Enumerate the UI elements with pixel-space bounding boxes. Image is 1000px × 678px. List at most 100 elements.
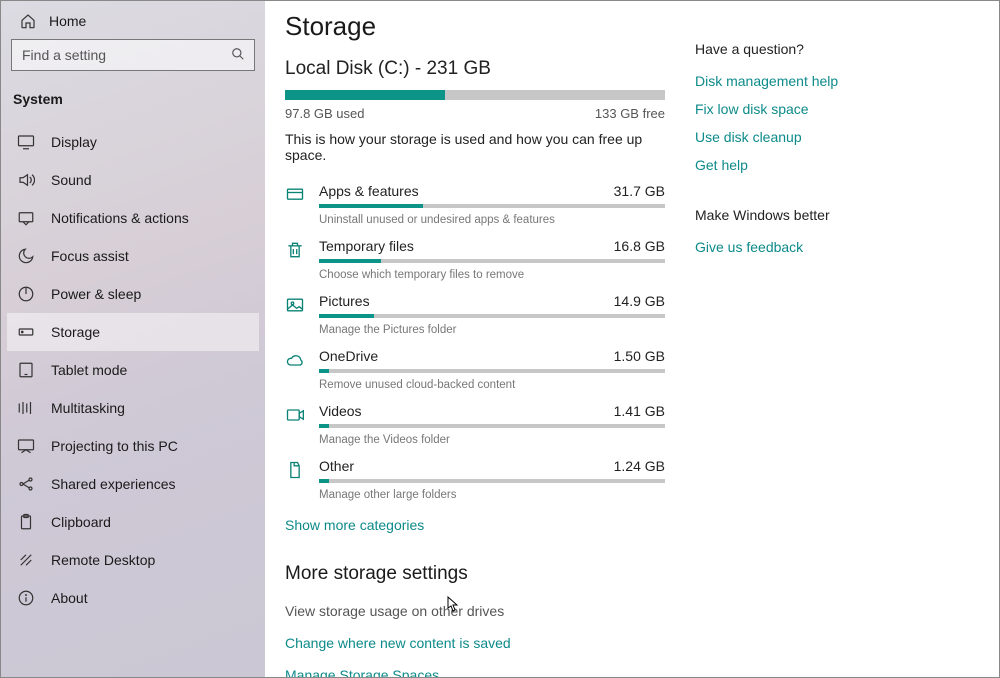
tablet-icon <box>17 361 35 379</box>
category-size: 1.41 GB <box>614 403 665 419</box>
feedback-header: Make Windows better <box>695 207 865 223</box>
category-row-other[interactable]: Other 1.24 GB Manage other large folders <box>285 448 665 503</box>
category-name: Temporary files <box>319 238 414 254</box>
sidebar-item-power-sleep[interactable]: Power & sleep <box>7 275 259 313</box>
sidebar-item-projecting-to-this-pc[interactable]: Projecting to this PC <box>7 427 259 465</box>
intro-text: This is how your storage is used and how… <box>285 131 665 163</box>
home-link[interactable]: Home <box>7 9 259 39</box>
category-size: 14.9 GB <box>614 293 665 309</box>
sidebar-item-label: Power & sleep <box>51 286 141 302</box>
cloud-icon <box>285 348 319 370</box>
category-name: Other <box>319 458 354 474</box>
question-header: Have a question? <box>695 41 865 57</box>
category-name: Pictures <box>319 293 370 309</box>
sidebar-item-display[interactable]: Display <box>7 123 259 161</box>
category-row-videos[interactable]: Videos 1.41 GB Manage the Videos folder <box>285 393 665 448</box>
category-desc: Choose which temporary files to remove <box>319 269 665 281</box>
apps-icon <box>285 183 319 205</box>
sidebar-category-header: System <box>7 81 259 123</box>
help-link[interactable]: Use disk cleanup <box>695 129 865 145</box>
category-desc: Manage the Videos folder <box>319 434 665 446</box>
category-desc: Uninstall unused or undesired apps & fea… <box>319 214 665 226</box>
power-icon <box>17 285 35 303</box>
main-content: Storage Local Disk (C:) - 231 GB 97.8 GB… <box>265 1 999 677</box>
view-other-drives-link[interactable]: View storage usage on other drives <box>285 603 665 619</box>
sidebar-item-storage[interactable]: Storage <box>7 313 259 351</box>
category-row-temporary-files[interactable]: Temporary files 16.8 GB Choose which tempo… <box>285 228 665 283</box>
about-icon <box>17 589 35 607</box>
focus-assist-icon <box>17 247 35 265</box>
sidebar-item-notifications-actions[interactable]: Notifications & actions <box>7 199 259 237</box>
more-settings-header: More storage settings <box>285 563 665 585</box>
settings-sidebar: Home System Display Sound Notifications & … <box>1 1 265 677</box>
other-icon <box>285 458 319 480</box>
category-name: Apps & features <box>319 183 419 199</box>
projecting-icon <box>17 437 35 455</box>
sidebar-item-label: Notifications & actions <box>51 210 189 226</box>
trash-icon <box>285 238 319 260</box>
category-row-apps-features[interactable]: Apps & features 31.7 GB Uninstall unused o… <box>285 173 665 228</box>
storage-bar <box>285 90 665 100</box>
category-size: 1.50 GB <box>614 348 665 364</box>
sidebar-item-focus-assist[interactable]: Focus assist <box>7 237 259 275</box>
category-desc: Manage other large folders <box>319 489 665 501</box>
sidebar-item-about[interactable]: About <box>7 579 259 617</box>
category-row-onedrive[interactable]: OneDrive 1.50 GB Remove unused cloud-backe… <box>285 338 665 393</box>
sidebar-item-label: About <box>51 590 88 606</box>
sidebar-item-remote-desktop[interactable]: Remote Desktop <box>7 541 259 579</box>
sidebar-item-label: Multitasking <box>51 400 125 416</box>
storage-bar-fill <box>285 90 445 100</box>
category-bar <box>319 424 665 428</box>
sidebar-item-label: Remote Desktop <box>51 552 155 568</box>
sidebar-item-clipboard[interactable]: Clipboard <box>7 503 259 541</box>
sidebar-item-label: Shared experiences <box>51 476 176 492</box>
search-input[interactable] <box>11 39 255 71</box>
category-bar <box>319 259 665 263</box>
category-row-pictures[interactable]: Pictures 14.9 GB Manage the Pictures folde… <box>285 283 665 338</box>
category-size: 1.24 GB <box>614 458 665 474</box>
category-desc: Remove unused cloud-backed content <box>319 379 665 391</box>
notifications-icon <box>17 209 35 227</box>
sidebar-item-label: Focus assist <box>51 248 129 264</box>
category-bar <box>319 479 665 483</box>
videos-icon <box>285 403 319 425</box>
home-label: Home <box>49 13 86 29</box>
display-icon <box>17 133 35 151</box>
category-bar <box>319 314 665 318</box>
sidebar-item-multitasking[interactable]: Multitasking <box>7 389 259 427</box>
category-name: Videos <box>319 403 362 419</box>
help-link[interactable]: Fix low disk space <box>695 101 865 117</box>
search-icon <box>231 47 245 61</box>
remote-icon <box>17 551 35 569</box>
storage-icon <box>17 323 35 341</box>
category-size: 31.7 GB <box>614 183 665 199</box>
category-bar <box>319 369 665 373</box>
sidebar-item-label: Clipboard <box>51 514 111 530</box>
show-more-categories-link[interactable]: Show more categories <box>285 517 424 533</box>
sidebar-item-label: Storage <box>51 324 100 340</box>
sidebar-item-sound[interactable]: Sound <box>7 161 259 199</box>
help-link[interactable]: Get help <box>695 157 865 173</box>
sound-icon <box>17 171 35 189</box>
right-rail: Have a question? Disk management help Fix… <box>695 11 865 657</box>
feedback-link[interactable]: Give us feedback <box>695 239 865 255</box>
category-desc: Manage the Pictures folder <box>319 324 665 336</box>
sidebar-item-label: Tablet mode <box>51 362 127 378</box>
multitasking-icon <box>17 399 35 417</box>
sidebar-item-tablet-mode[interactable]: Tablet mode <box>7 351 259 389</box>
shared-icon <box>17 475 35 493</box>
sidebar-item-label: Projecting to this PC <box>51 438 178 454</box>
help-link[interactable]: Disk management help <box>695 73 865 89</box>
pictures-icon <box>285 293 319 315</box>
home-icon <box>19 13 37 29</box>
page-title: Storage <box>285 11 665 42</box>
category-name: OneDrive <box>319 348 378 364</box>
more-settings-link[interactable]: Change where new content is saved <box>285 635 665 651</box>
category-size: 16.8 GB <box>614 238 665 254</box>
sidebar-item-label: Display <box>51 134 97 150</box>
disk-title: Local Disk (C:) - 231 GB <box>285 58 665 80</box>
free-label: 133 GB free <box>595 106 665 121</box>
more-settings-link[interactable]: Manage Storage Spaces <box>285 667 665 677</box>
sidebar-item-shared-experiences[interactable]: Shared experiences <box>7 465 259 503</box>
sidebar-item-label: Sound <box>51 172 91 188</box>
